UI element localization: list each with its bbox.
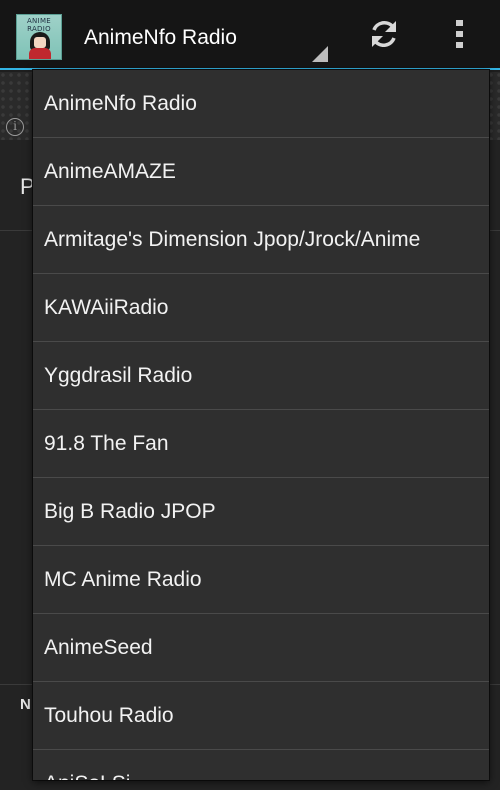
app-logo-text: ANIME RADIO: [26, 17, 52, 33]
background-partial-label: N: [20, 696, 31, 713]
overflow-menu-button[interactable]: [432, 0, 488, 68]
dropdown-item-kawaiiradio[interactable]: KAWAiiRadio: [33, 274, 489, 342]
dropdown-item-mc-anime-radio[interactable]: MC Anime Radio: [33, 546, 489, 614]
refresh-button[interactable]: [356, 0, 412, 68]
dropdown-item-animeamaze[interactable]: AnimeAMAZE: [33, 138, 489, 206]
dropdown-item-yggdrasil-radio[interactable]: Yggdrasil Radio: [33, 342, 489, 410]
dropdown-item-touhou-radio[interactable]: Touhou Radio: [33, 682, 489, 750]
spinner-indicator-icon: [312, 46, 328, 62]
dropdown-item-918-the-fan[interactable]: 91.8 The Fan: [33, 410, 489, 478]
dropdown-item-animeseed[interactable]: AnimeSeed: [33, 614, 489, 682]
station-spinner[interactable]: AnimeNfo Radio: [72, 0, 328, 68]
dropdown-item-armitages-dimension[interactable]: Armitage's Dimension Jpop/Jrock/Anime: [33, 206, 489, 274]
refresh-icon: [372, 21, 396, 47]
overflow-menu-icon: [456, 20, 463, 48]
station-dropdown-list[interactable]: AnimeNfo Radio AnimeAMAZE Armitage's Dim…: [33, 70, 489, 780]
dropdown-item-animenfo-radio[interactable]: AnimeNfo Radio: [33, 70, 489, 138]
selected-station-label: AnimeNfo Radio: [84, 26, 237, 49]
action-bar: ANIME RADIO AnimeNfo Radio: [0, 0, 500, 70]
info-icon[interactable]: i: [6, 118, 24, 136]
app-logo[interactable]: ANIME RADIO: [16, 14, 62, 60]
dropdown-item-partial[interactable]: AniSoLSi...: [33, 750, 489, 781]
dropdown-item-big-b-radio-jpop[interactable]: Big B Radio JPOP: [33, 478, 489, 546]
